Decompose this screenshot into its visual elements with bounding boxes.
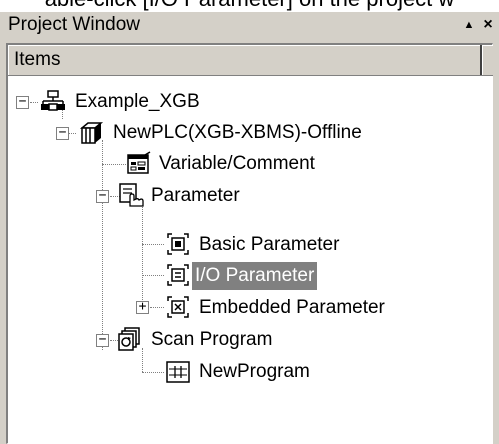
column-header-items[interactable]: Items [8, 45, 482, 75]
tree-item-new-program[interactable]: NewProgram [196, 358, 313, 386]
variable-comment-icon [126, 151, 152, 177]
project-tree[interactable]: − Example_XGB − NewPLC(XGB-XBMS)-Offline… [8, 76, 493, 444]
plc-icon [78, 120, 104, 146]
parameter-icon [118, 182, 144, 208]
scan-program-icon [118, 326, 144, 352]
window-title: Project Window [8, 14, 140, 35]
tree-item-io-parameter[interactable]: I/O Parameter [192, 262, 318, 290]
tree-item-parameter[interactable]: Parameter [148, 182, 243, 210]
close-icon[interactable]: × [479, 12, 497, 38]
tree-item-newplc[interactable]: NewPLC(XGB-XBMS)-Offline [110, 119, 365, 147]
expand-toggle-root[interactable]: − [16, 95, 29, 109]
project-window: Project Window ▲ × Items − Example_XGB −… [0, 12, 499, 444]
expand-toggle-parameter[interactable]: − [96, 189, 109, 203]
program-icon [165, 359, 191, 385]
tree-view: Items − Example_XGB − NewPLC(XGB-XBMS)-O… [6, 43, 493, 444]
column-header-filler [482, 45, 493, 75]
embedded-parameter-icon [165, 294, 191, 320]
column-header: Items [8, 45, 493, 76]
expand-toggle-scan-program[interactable]: − [96, 333, 109, 347]
caption-text-cut: able-click [I/O Parameter] on the projec… [0, 0, 499, 12]
expand-toggle-embedded[interactable]: + [136, 300, 149, 314]
tree-item-example-xgb[interactable]: Example_XGB [72, 88, 203, 116]
tree-item-embedded-parameter[interactable]: Embedded Parameter [196, 294, 388, 322]
basic-parameter-icon [165, 231, 191, 257]
expand-toggle-plc[interactable]: − [56, 126, 69, 140]
project-icon [40, 89, 66, 115]
tree-item-basic-parameter[interactable]: Basic Parameter [196, 231, 342, 259]
title-bar: Project Window ▲ × [4, 12, 495, 38]
pin-icon[interactable]: ▲ [460, 12, 478, 38]
tree-item-variable-comment[interactable]: Variable/Comment [156, 150, 318, 178]
tree-item-scan-program[interactable]: Scan Program [148, 326, 275, 354]
io-parameter-icon [165, 262, 191, 288]
